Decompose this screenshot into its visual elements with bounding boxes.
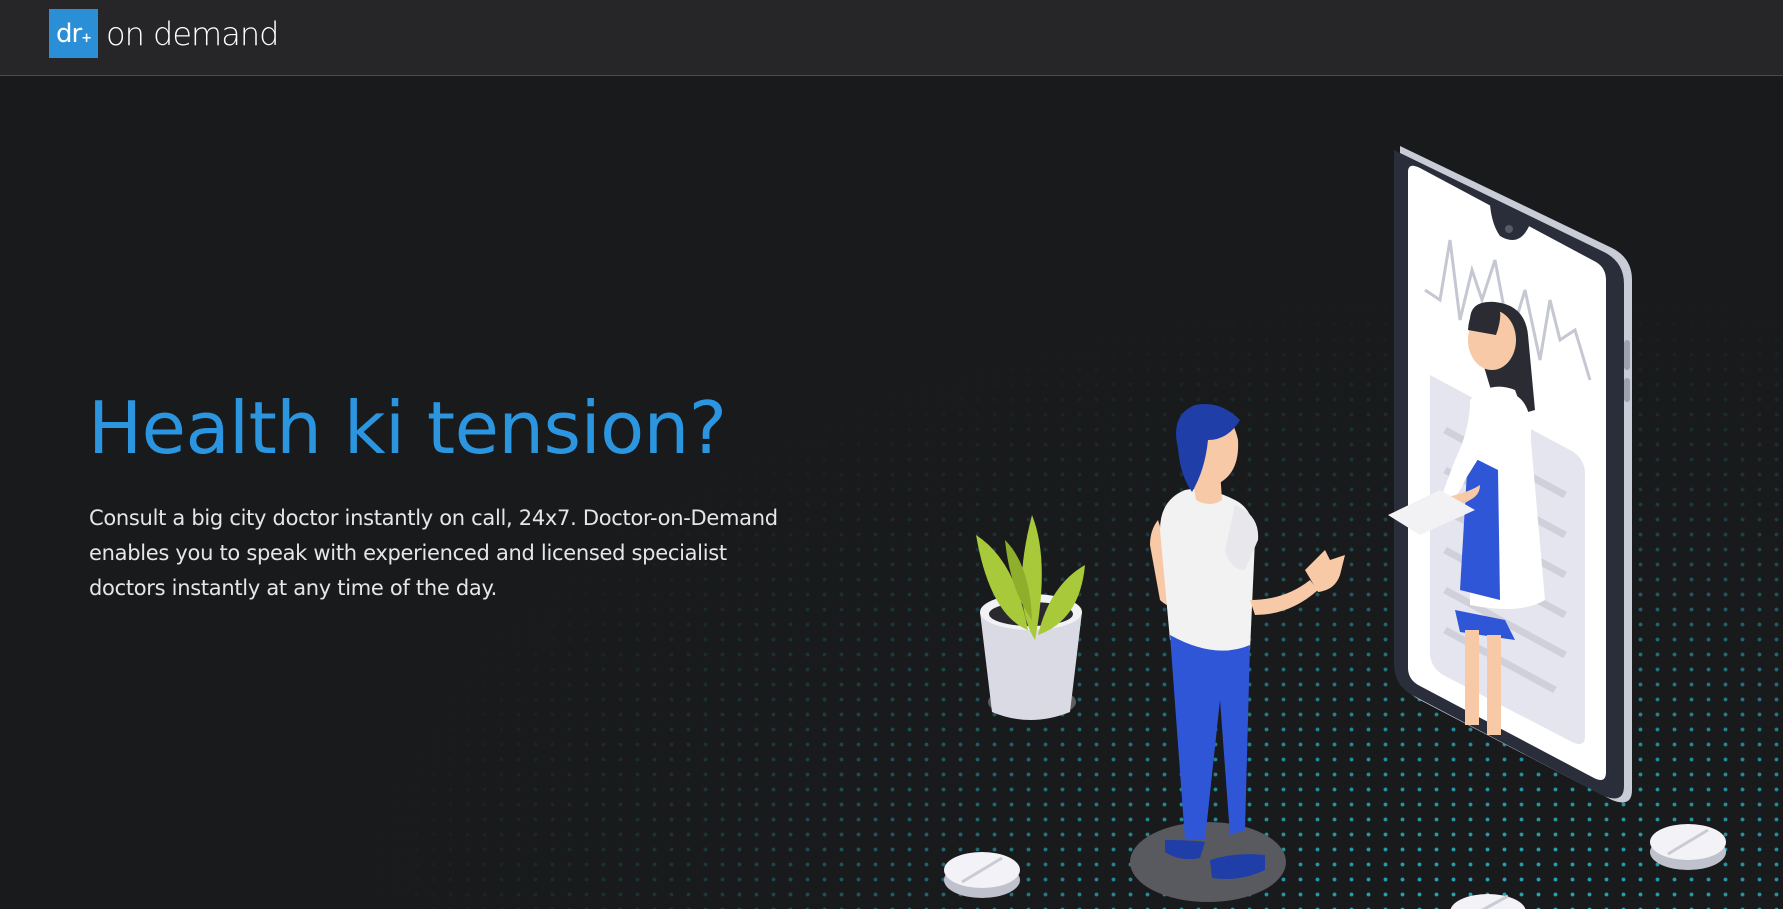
plant-icon	[976, 515, 1085, 720]
pill-icon	[944, 824, 1726, 909]
phone-icon	[1388, 144, 1632, 803]
logo-plus: +	[81, 31, 92, 46]
logo-wordmark: on demand	[106, 14, 279, 53]
logo-mark: dr +	[49, 9, 98, 58]
patient-icon	[1130, 404, 1345, 902]
logo-mark-text: dr	[55, 18, 82, 49]
top-navbar: dr + on demand	[0, 0, 1783, 76]
doctor-consultation-illustration	[944, 144, 1726, 909]
brand-logo[interactable]: dr + on demand	[49, 9, 279, 58]
hero-section: Health ki tension? Consult a big city do…	[0, 77, 1783, 909]
